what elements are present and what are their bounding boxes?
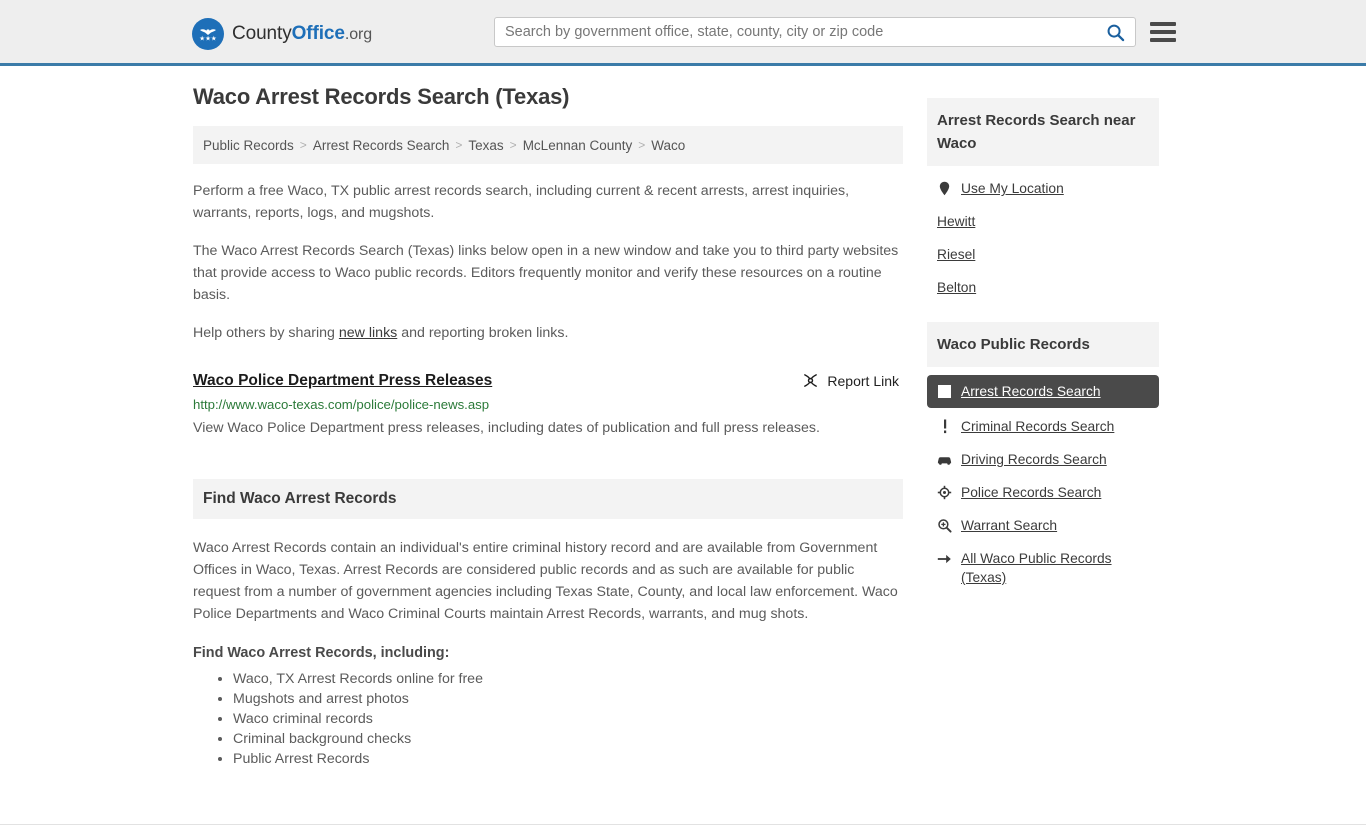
search-icon bbox=[1107, 24, 1124, 41]
square-document-icon bbox=[937, 382, 952, 401]
breadcrumb-item-texas[interactable]: Texas bbox=[468, 138, 503, 153]
page-title: Waco Arrest Records Search (Texas) bbox=[193, 84, 570, 109]
magnifier-plus-icon bbox=[937, 516, 952, 535]
share-links-paragraph: Help others by sharing new links and rep… bbox=[193, 322, 903, 344]
sidebar-item-all-public-records[interactable]: All Waco Public Records (Texas) bbox=[927, 542, 1159, 594]
result-description: View Waco Police Department press releas… bbox=[193, 420, 820, 436]
new-links-link[interactable]: new links bbox=[339, 325, 397, 341]
breadcrumb-separator-icon: > bbox=[455, 138, 463, 152]
report-link-button[interactable]: Report Link bbox=[802, 372, 903, 389]
content-wrapper: Waco Arrest Records Search (Texas) Publi… bbox=[193, 66, 1173, 769]
sidebar-card-near-waco: Arrest Records Search near Waco Use My L… bbox=[927, 98, 1159, 304]
sidebar-near-list: Use My Location Hewitt Riesel Belton bbox=[927, 166, 1159, 304]
hamburger-bar bbox=[1150, 30, 1176, 34]
sidebar-item-label[interactable]: Use My Location bbox=[961, 179, 1064, 198]
breadcrumb-item-public-records[interactable]: Public Records bbox=[203, 138, 294, 153]
arrow-right-icon bbox=[937, 549, 952, 568]
page-body: Waco Arrest Records Search (Texas) Publi… bbox=[0, 66, 1366, 825]
breadcrumb-separator-icon: > bbox=[299, 138, 307, 152]
search-input[interactable] bbox=[495, 18, 1095, 46]
result-item: Waco Police Department Press Releases Re… bbox=[193, 372, 903, 439]
sidebar-heading-public-records: Waco Public Records bbox=[927, 322, 1159, 367]
sidebar-item-police-records-search[interactable]: Police Records Search bbox=[927, 476, 1159, 509]
brand-part-org: .org bbox=[344, 26, 373, 43]
report-link-label: Report Link bbox=[827, 372, 899, 389]
sidebar-records-list: Arrest Records Search Criminal Records S… bbox=[927, 367, 1159, 594]
sidebar-item-label[interactable]: Police Records Search bbox=[961, 483, 1101, 502]
sidebar-item-riesel[interactable]: Riesel bbox=[927, 238, 1159, 271]
result-url: http://www.waco-texas.com/police/police-… bbox=[193, 397, 490, 412]
sidebar-item-criminal-records-search[interactable]: Criminal Records Search bbox=[927, 410, 1159, 443]
exclamation-icon bbox=[937, 417, 952, 436]
list-item: Mugshots and arrest photos bbox=[233, 689, 903, 709]
eagle-stars-logo-icon: ★★★ bbox=[192, 18, 224, 50]
section-subheading: Find Waco Arrest Records, including: bbox=[193, 645, 450, 661]
breadcrumb-item-mclennan-county[interactable]: McLennan County bbox=[523, 138, 633, 153]
sidebar-item-arrest-records-search[interactable]: Arrest Records Search bbox=[927, 375, 1159, 408]
sidebar-item-driving-records-search[interactable]: Driving Records Search bbox=[927, 443, 1159, 476]
sidebar-item-label[interactable]: Warrant Search bbox=[961, 516, 1057, 535]
sidebar-item-belton[interactable]: Belton bbox=[927, 271, 1159, 304]
list-item: Criminal background checks bbox=[233, 729, 903, 749]
list-item: Waco, TX Arrest Records online for free bbox=[233, 669, 903, 689]
hamburger-bar bbox=[1150, 38, 1176, 42]
sidebar-card-public-records: Waco Public Records Arrest Records Searc… bbox=[927, 322, 1159, 594]
share-text-before: Help others by sharing bbox=[193, 325, 339, 341]
result-header-row: Waco Police Department Press Releases Re… bbox=[193, 372, 903, 390]
site-header: ★★★ CountyOffice.org bbox=[0, 0, 1366, 66]
header-inner: ★★★ CountyOffice.org bbox=[0, 0, 1366, 63]
sidebar-heading-near-waco: Arrest Records Search near Waco bbox=[927, 98, 1159, 166]
hamburger-bar bbox=[1150, 22, 1176, 26]
search-button[interactable] bbox=[1095, 18, 1135, 46]
sidebar-item-label[interactable]: Arrest Records Search bbox=[961, 382, 1101, 401]
sidebar-item-label[interactable]: Riesel bbox=[937, 245, 975, 264]
sidebar-item-label[interactable]: All Waco Public Records (Texas) bbox=[961, 549, 1149, 587]
hamburger-menu-icon[interactable] bbox=[1150, 19, 1176, 45]
sidebar-item-label[interactable]: Hewitt bbox=[937, 212, 975, 231]
records-bullet-list: Waco, TX Arrest Records online for free … bbox=[193, 669, 903, 769]
site-logo-link[interactable]: ★★★ CountyOffice.org bbox=[192, 18, 372, 50]
broken-link-icon bbox=[804, 374, 818, 387]
share-text-after: and reporting broken links. bbox=[397, 325, 569, 341]
brand-part-office: Office bbox=[291, 23, 345, 44]
section-heading-find-records: Find Waco Arrest Records bbox=[193, 479, 903, 519]
section-body-text: Waco Arrest Records contain an individua… bbox=[193, 540, 898, 622]
sidebar-item-warrant-search[interactable]: Warrant Search bbox=[927, 509, 1159, 542]
brand-text: CountyOffice.org bbox=[232, 23, 372, 45]
result-title-link[interactable]: Waco Police Department Press Releases bbox=[193, 372, 492, 390]
intro-paragraph-1: Perform a free Waco, TX public arrest re… bbox=[193, 183, 850, 221]
list-item: Waco criminal records bbox=[233, 709, 903, 729]
breadcrumb-item-arrest-records-search[interactable]: Arrest Records Search bbox=[313, 138, 450, 153]
breadcrumb-separator-icon: > bbox=[638, 138, 646, 152]
breadcrumb-item-waco[interactable]: Waco bbox=[651, 138, 685, 153]
svg-text:★★★: ★★★ bbox=[199, 35, 217, 43]
main-column: Waco Arrest Records Search (Texas) Publi… bbox=[193, 84, 903, 769]
police-badge-icon bbox=[937, 483, 952, 502]
search-bar[interactable] bbox=[494, 17, 1136, 47]
sidebar-item-label[interactable]: Driving Records Search bbox=[961, 450, 1107, 469]
car-icon bbox=[937, 450, 952, 469]
map-pin-icon bbox=[937, 179, 952, 198]
breadcrumb: Public Records > Arrest Records Search >… bbox=[193, 126, 903, 164]
list-item: Public Arrest Records bbox=[233, 749, 903, 769]
sidebar-item-label[interactable]: Criminal Records Search bbox=[961, 417, 1114, 436]
sidebar: Arrest Records Search near Waco Use My L… bbox=[927, 84, 1159, 769]
brand-part-county: County bbox=[232, 23, 292, 44]
intro-paragraph-2: The Waco Arrest Records Search (Texas) l… bbox=[193, 243, 899, 303]
sidebar-item-use-my-location[interactable]: Use My Location bbox=[927, 172, 1159, 205]
sidebar-item-hewitt[interactable]: Hewitt bbox=[927, 205, 1159, 238]
sidebar-item-label[interactable]: Belton bbox=[937, 278, 976, 297]
breadcrumb-separator-icon: > bbox=[509, 138, 517, 152]
